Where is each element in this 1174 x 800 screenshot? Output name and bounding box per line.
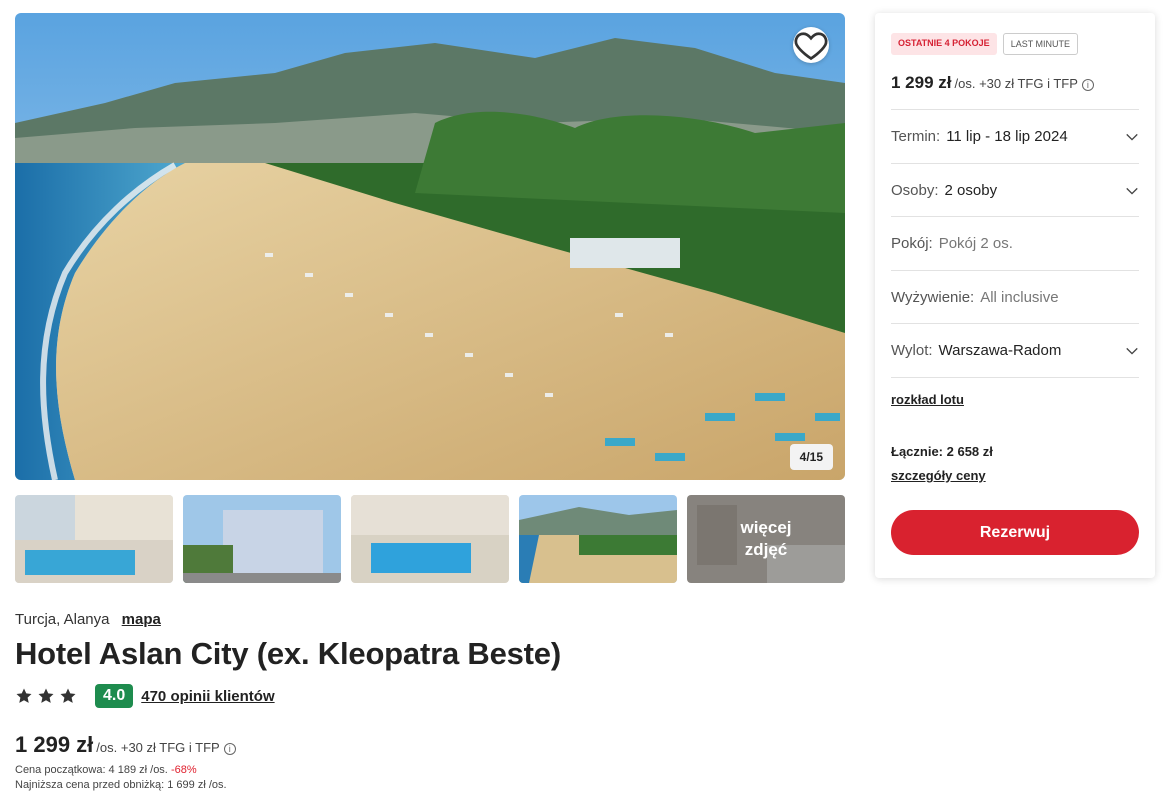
option-departure[interactable]: Wylot: Warszawa-Radom xyxy=(891,323,1139,377)
heart-icon xyxy=(794,32,828,61)
map-link[interactable]: mapa xyxy=(122,611,161,628)
flight-schedule-link[interactable]: rozkład lotu xyxy=(891,392,964,407)
reviews-link[interactable]: 470 opinii klientów xyxy=(141,688,274,705)
panel-price-suffix: /os. +30 zł TFG i TFP xyxy=(954,76,1078,91)
option-value: 2 osoby xyxy=(944,182,998,199)
discount-percent: -68% xyxy=(170,764,197,776)
thumbnail[interactable] xyxy=(15,495,173,583)
chevron-down-icon xyxy=(1126,133,1138,141)
option-value: All inclusive xyxy=(980,289,1059,306)
favorite-button[interactable] xyxy=(793,27,829,63)
option-room: Pokój: Pokój 2 os. xyxy=(891,216,1139,270)
star-icon xyxy=(60,688,76,703)
last-rooms-badge: OSTATNIE 4 POKOJE xyxy=(891,33,997,55)
chevron-down-icon xyxy=(1126,187,1138,195)
option-board: Wyżywienie: All inclusive xyxy=(891,270,1139,324)
thumbnail[interactable] xyxy=(351,495,509,583)
option-label: Wylot: xyxy=(891,342,933,359)
price-details-link[interactable]: szczegóły ceny xyxy=(891,468,986,483)
option-label: Termin: xyxy=(891,128,941,145)
beach-photo-image xyxy=(15,13,845,480)
rating-score: 4.0 xyxy=(95,684,134,708)
panel-price-amount: 1 299 zł xyxy=(891,73,952,92)
option-persons[interactable]: Osoby: 2 osoby xyxy=(891,163,1139,217)
hotel-location: Turcja, Alanya mapa xyxy=(15,611,161,628)
book-button[interactable]: Rezerwuj xyxy=(891,510,1139,555)
main-photo[interactable]: 4/15 xyxy=(15,13,845,480)
chevron-down-icon xyxy=(1126,347,1138,355)
booking-panel: OSTATNIE 4 POKOJE LAST MINUTE 1 299 zł /… xyxy=(875,13,1155,578)
option-label: Osoby: xyxy=(891,182,939,199)
badges: OSTATNIE 4 POKOJE LAST MINUTE xyxy=(891,33,1079,55)
lowest-price: Najniższa cena przed obniżką: 1 699 zł /… xyxy=(15,779,227,791)
thumbnail-strip: więcej zdjęć xyxy=(15,495,845,583)
hotel-building-image xyxy=(183,495,341,583)
photo-counter: 4/15 xyxy=(789,444,833,470)
main-price: 1 299 zł /os. +30 zł TFG i TFP i xyxy=(15,732,236,758)
star-icon xyxy=(38,688,54,703)
divider xyxy=(891,377,1139,378)
hotel-title: Hotel Aslan City (ex. Kleopatra Beste) xyxy=(15,636,561,671)
hotel-stars xyxy=(15,687,77,705)
initial-price-label: Cena początkowa: 4 189 zł /os. xyxy=(15,764,168,776)
initial-price: Cena początkowa: 4 189 zł /os. -68% xyxy=(15,764,197,776)
option-value: Warszawa-Radom xyxy=(938,342,1062,359)
location-text: Turcja, Alanya xyxy=(15,611,110,628)
pool-image xyxy=(15,495,173,583)
option-value: Pokój 2 os. xyxy=(938,235,1013,252)
option-label: Wyżywienie: xyxy=(891,289,975,306)
panel-price: 1 299 zł /os. +30 zł TFG i TFP i xyxy=(891,73,1094,93)
price-suffix: /os. +30 zł TFG i TFP xyxy=(96,740,220,755)
info-icon[interactable]: i xyxy=(1081,79,1094,91)
star-icon xyxy=(16,688,32,703)
price-amount: 1 299 zł xyxy=(15,732,94,757)
thumbnail[interactable] xyxy=(183,495,341,583)
total-price: Łącznie: 2 658 zł xyxy=(891,444,993,459)
option-value: 11 lip - 18 lip 2024 xyxy=(946,128,1068,145)
last-minute-badge: LAST MINUTE xyxy=(1002,33,1079,55)
pool-image xyxy=(351,495,509,583)
more-photos-label: więcej zdjęć xyxy=(687,495,845,583)
more-photos-thumbnail[interactable]: więcej zdjęć xyxy=(687,495,845,583)
beach-image xyxy=(519,495,677,583)
thumbnail[interactable] xyxy=(519,495,677,583)
option-label: Pokój: xyxy=(891,235,933,252)
option-term[interactable]: Termin: 11 lip - 18 lip 2024 xyxy=(891,109,1139,163)
rating-row: 4.0 470 opinii klientów xyxy=(15,684,275,708)
info-icon[interactable]: i xyxy=(223,743,236,755)
